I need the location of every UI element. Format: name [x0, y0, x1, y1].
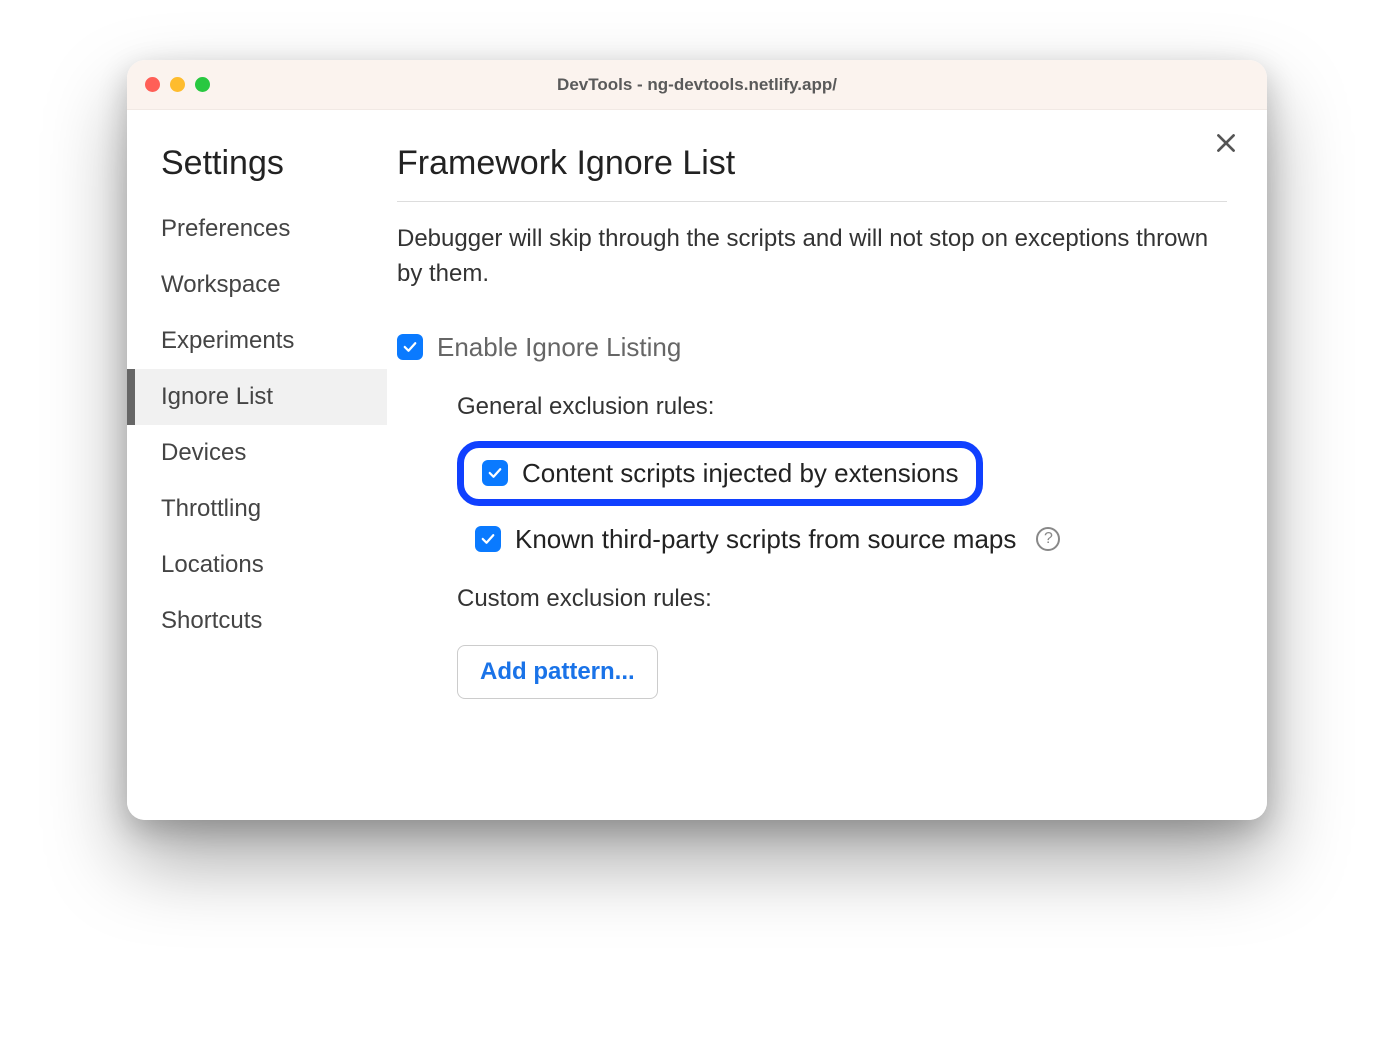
check-icon	[479, 530, 497, 548]
content-scripts-row: Content scripts injected by extensions	[457, 441, 1227, 506]
add-pattern-button[interactable]: Add pattern...	[457, 645, 658, 699]
help-icon[interactable]: ?	[1036, 527, 1060, 551]
enable-ignore-listing-row: Enable Ignore Listing	[397, 332, 1227, 363]
general-rules-label: General exclusion rules:	[457, 393, 1227, 421]
sidebar-item-locations[interactable]: Locations	[127, 537, 387, 593]
close-settings-button[interactable]	[1213, 130, 1239, 161]
content-scripts-highlight: Content scripts injected by extensions	[457, 441, 983, 506]
custom-rules-label: Custom exclusion rules:	[457, 585, 1227, 613]
sidebar-title: Settings	[127, 144, 387, 201]
sidebar-item-devices[interactable]: Devices	[127, 425, 387, 481]
third-party-label: Known third-party scripts from source ma…	[515, 524, 1016, 555]
close-icon	[1213, 130, 1239, 156]
sidebar-item-throttling[interactable]: Throttling	[127, 481, 387, 537]
page-description: Debugger will skip through the scripts a…	[397, 222, 1227, 292]
sidebar-item-preferences[interactable]: Preferences	[127, 201, 387, 257]
window-title: DevTools - ng-devtools.netlify.app/	[127, 75, 1267, 95]
enable-ignore-listing-label: Enable Ignore Listing	[437, 332, 681, 363]
settings-main-panel: Framework Ignore List Debugger will skip…	[387, 110, 1267, 820]
third-party-checkbox[interactable]	[475, 526, 501, 552]
enable-ignore-listing-checkbox[interactable]	[397, 334, 423, 360]
third-party-row: Known third-party scripts from source ma…	[457, 524, 1227, 555]
content-scripts-label: Content scripts injected by extensions	[522, 458, 958, 489]
settings-sidebar: Settings Preferences Workspace Experimen…	[127, 110, 387, 820]
sidebar-item-shortcuts[interactable]: Shortcuts	[127, 593, 387, 649]
sidebar-item-ignore-list[interactable]: Ignore List	[127, 369, 387, 425]
content-scripts-checkbox[interactable]	[482, 460, 508, 486]
check-icon	[486, 464, 504, 482]
window-maximize-button[interactable]	[195, 77, 210, 92]
titlebar: DevTools - ng-devtools.netlify.app/	[127, 60, 1267, 110]
sidebar-item-workspace[interactable]: Workspace	[127, 257, 387, 313]
content-area: Settings Preferences Workspace Experimen…	[127, 110, 1267, 820]
window-close-button[interactable]	[145, 77, 160, 92]
traffic-lights	[145, 77, 210, 92]
settings-window: DevTools - ng-devtools.netlify.app/ Sett…	[127, 60, 1267, 820]
check-icon	[401, 338, 419, 356]
window-minimize-button[interactable]	[170, 77, 185, 92]
sidebar-item-experiments[interactable]: Experiments	[127, 313, 387, 369]
page-title: Framework Ignore List	[397, 144, 1227, 202]
